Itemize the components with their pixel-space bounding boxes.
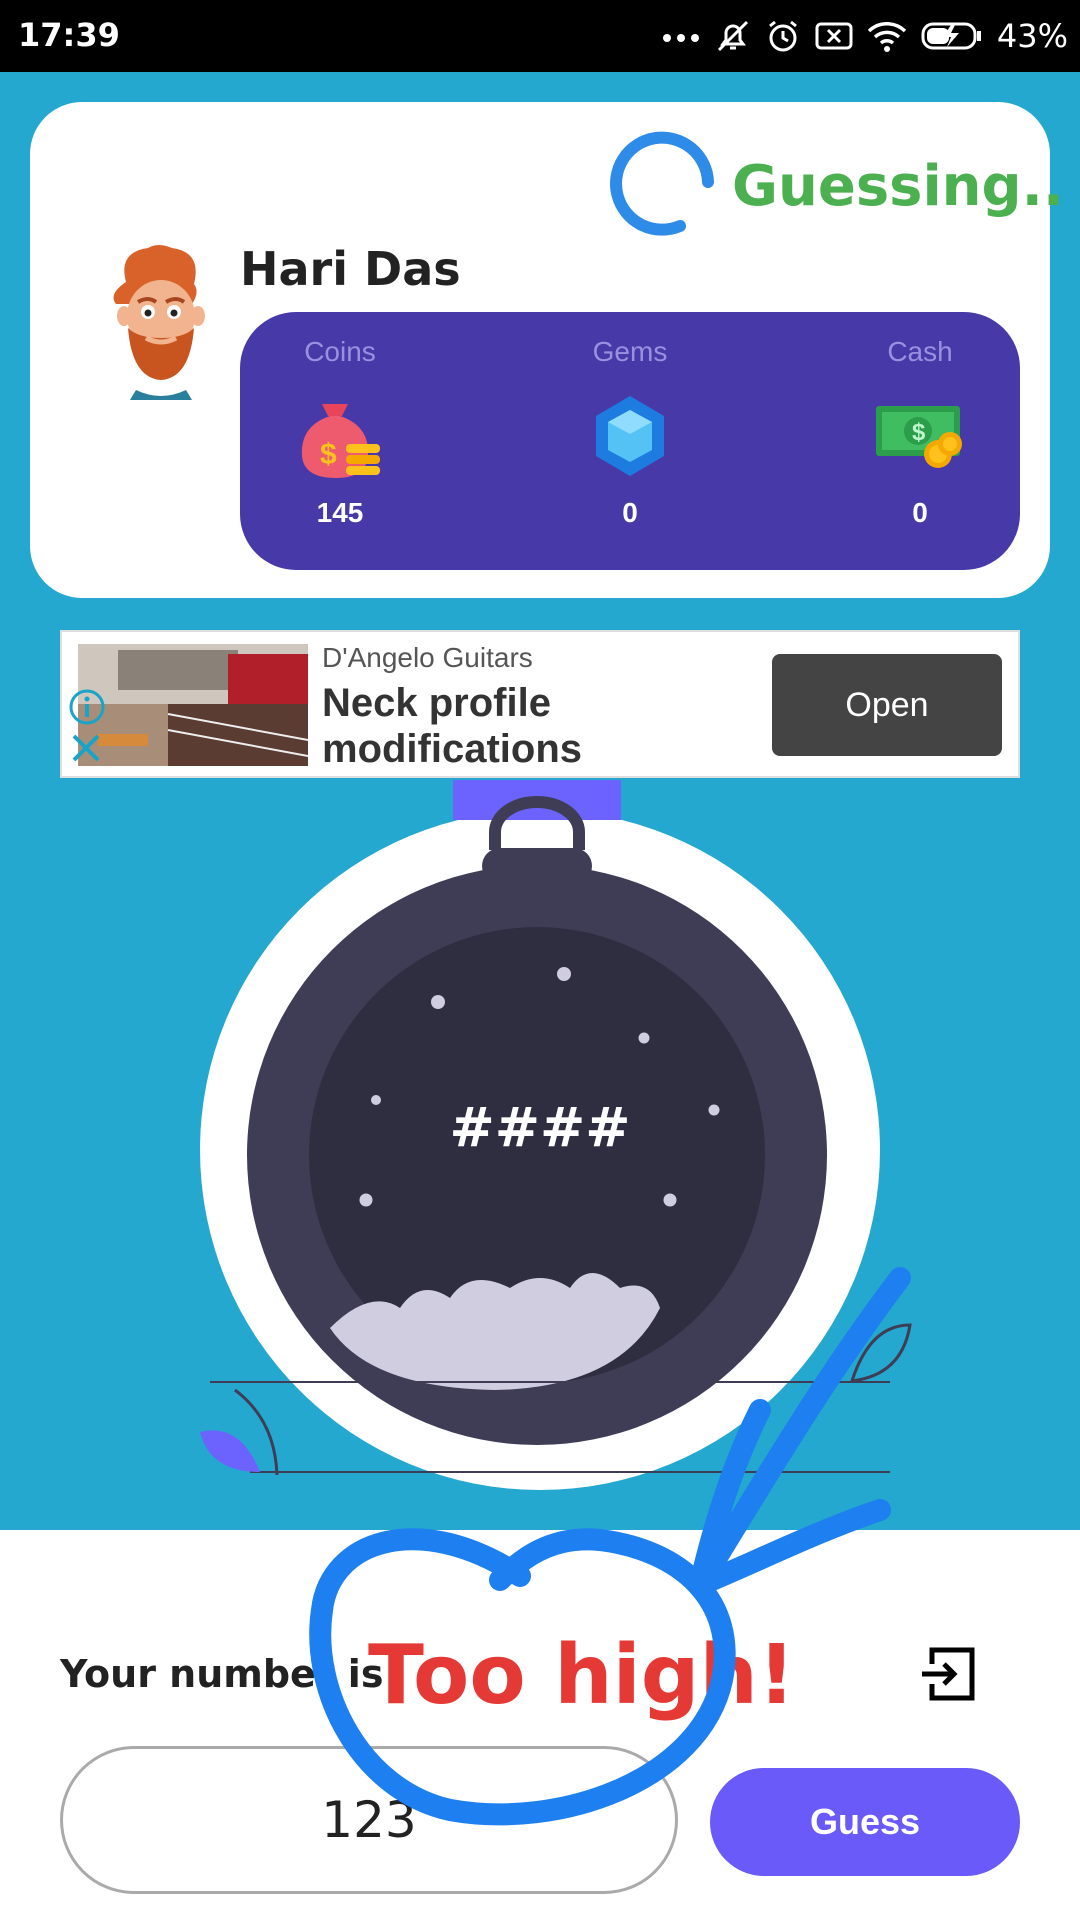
cash-value: 0 [912,497,928,528]
status-time: 17:39 [18,16,120,54]
money-bag-icon: $ [301,404,380,478]
coins-label: Coins [304,336,376,367]
wallet-coins: Coins $ 145 [240,336,440,529]
avatar[interactable] [86,242,236,402]
status-bar: 17:39 43% [0,0,1080,72]
loading-spinner-icon [610,131,714,236]
exit-icon[interactable] [918,1644,978,1704]
svg-text:$: $ [912,419,926,446]
battery-charging-icon [921,22,981,50]
sim-off-icon [815,22,853,50]
guess-panel: Your number is Too high! Guess [0,1530,1080,1920]
wallet-cash: Cash $ 0 [820,336,1020,529]
ad-info-icon[interactable] [68,688,106,726]
wifi-icon [867,22,907,52]
coins-value: 145 [316,497,364,528]
user-name: Hari Das [240,242,461,296]
cash-icon: $ [876,406,962,468]
battery-percent: 43% [996,17,1068,55]
cash-label: Cash [887,336,953,367]
ad-open-button[interactable]: Open [772,654,1002,756]
gems-value: 0 [622,497,638,528]
wallet-panel: Coins $ 145 Gems 0 Cash $ 0 [240,312,1020,570]
more-dots-icon [662,34,699,42]
wallet-gems: Gems 0 [530,336,730,529]
svg-text:$: $ [320,438,337,471]
ad-close-icon[interactable] [68,730,104,766]
gem-icon [596,396,664,476]
status-icons: 43% [661,12,1068,60]
game-status: Guessing.. [732,154,1065,219]
guess-button[interactable]: Guess [710,1768,1020,1876]
bell-off-icon [717,20,748,52]
secret-number: #### [449,1096,631,1159]
profile-card: Guessing.. Hari Das Coins $ 145 Gems 0 C… [30,102,1064,598]
gems-label: Gems [592,336,668,367]
alarm-icon [768,20,797,52]
ad-headline: Neck profile modifications [322,681,583,771]
ad-advertiser: D'Angelo Guitars [322,642,533,673]
ad-banner[interactable]: D'Angelo Guitars Neck profile modificati… [60,630,1020,778]
guess-result: Too high! [368,1628,796,1723]
ad-image [78,644,308,766]
guess-input[interactable] [60,1746,678,1894]
your-number-label: Your number is [60,1652,384,1696]
